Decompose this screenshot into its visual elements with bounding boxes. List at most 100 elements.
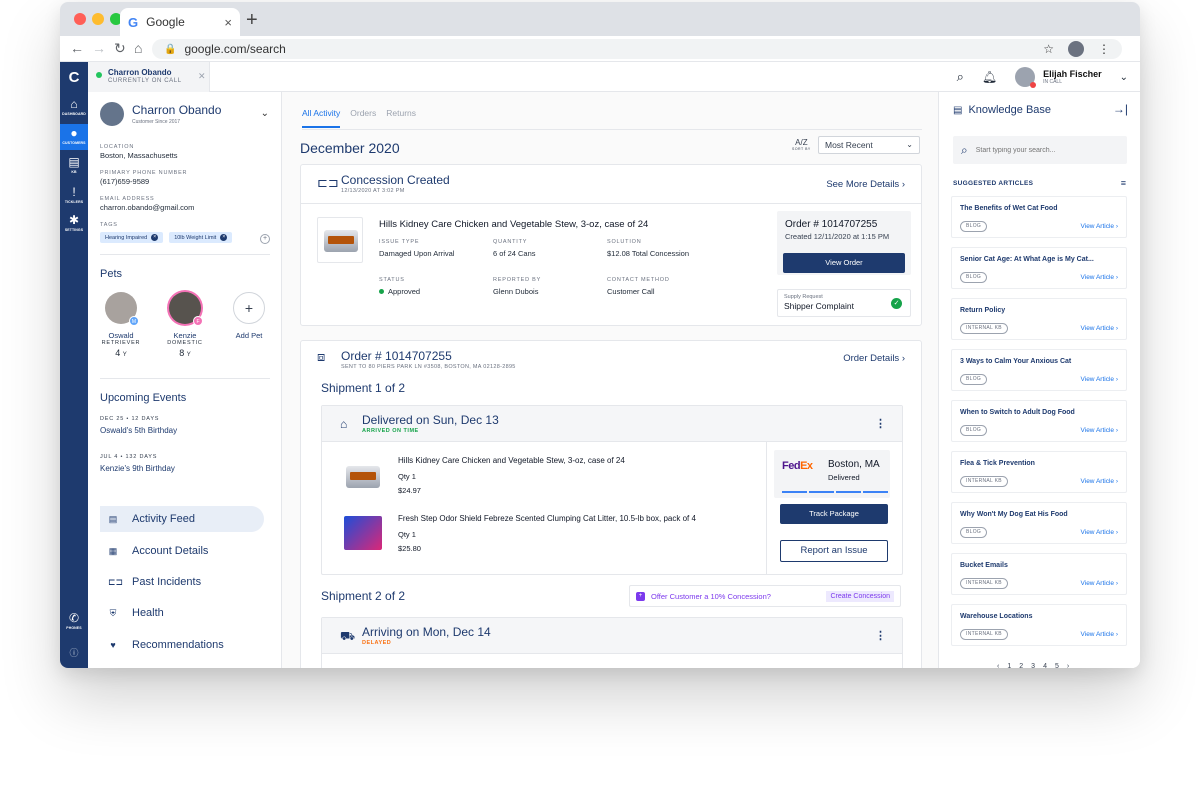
- delivered-title: Delivered on Sun, Dec 13: [362, 413, 499, 427]
- create-concession-button[interactable]: Create Concession: [826, 590, 894, 602]
- forward-arrow-icon[interactable]: →: [92, 40, 106, 56]
- more-options-icon[interactable]: ⋮: [875, 417, 886, 430]
- article-card[interactable]: When to Switch to Adult Dog Food BLOG Vi…: [951, 400, 1127, 442]
- month-heading: December 2020: [300, 140, 400, 156]
- home-icon[interactable]: ⌂: [134, 40, 142, 56]
- window-minimize-button[interactable]: [92, 13, 104, 25]
- track-package-button[interactable]: Track Package: [780, 504, 888, 524]
- close-call-tab-icon[interactable]: ✕: [198, 71, 206, 82]
- kb-search-input[interactable]: [975, 146, 1106, 154]
- next-page-icon[interactable]: ›: [1067, 663, 1069, 668]
- tab-all-activity[interactable]: All Activity: [302, 108, 341, 128]
- issue-type: ISSUE TYPE Damaged Upon Arrival: [379, 239, 455, 258]
- page-link[interactable]: 3: [1031, 663, 1035, 668]
- see-more-details-link[interactable]: See More Details ›: [826, 179, 905, 190]
- article-card[interactable]: 3 Ways to Calm Your Anxious Cat BLOG Vie…: [951, 349, 1127, 391]
- article-card[interactable]: Flea & Tick Prevention INTERNAL KB View …: [951, 451, 1127, 493]
- lock-icon: 🔒: [164, 43, 177, 55]
- view-article-link[interactable]: View Article ›: [1081, 580, 1118, 587]
- sort-select[interactable]: Most Recent ⌄: [818, 136, 920, 154]
- new-tab-button[interactable]: +: [246, 9, 258, 32]
- browser-menu-icon[interactable]: ⋮: [1098, 42, 1110, 56]
- page-link[interactable]: 1: [1007, 663, 1011, 668]
- bell-icon[interactable]: 🔔︎: [982, 70, 997, 84]
- page-link[interactable]: 5: [1055, 663, 1059, 668]
- order-details-link[interactable]: Order Details ›: [843, 353, 905, 364]
- remove-tag-icon[interactable]: ×: [220, 234, 228, 241]
- plus-icon: +: [233, 292, 265, 324]
- tags-label: TAGS: [100, 222, 118, 228]
- rail-item-customers[interactable]: ● CUSTOMERS: [60, 124, 88, 150]
- sort-by-control[interactable]: A/Z SORT BY: [792, 138, 811, 151]
- article-card[interactable]: Warehouse Locations INTERNAL KB View Art…: [951, 604, 1127, 646]
- activity-feed: All Activity Orders Returns December 202…: [282, 92, 938, 668]
- tab-returns[interactable]: Returns: [386, 108, 416, 128]
- chevron-down-icon[interactable]: ⌄: [261, 108, 269, 119]
- tab-close-icon[interactable]: ×: [224, 15, 232, 30]
- tab-orders[interactable]: Orders: [350, 108, 376, 128]
- nav-recommendations[interactable]: ♥ Recommendations: [100, 632, 264, 658]
- tag-chip[interactable]: 10lb Weight Limit ×: [169, 232, 233, 243]
- rail-item-phones[interactable]: ✆ PHONES: [60, 612, 88, 630]
- view-article-link[interactable]: View Article ›: [1081, 325, 1118, 332]
- filter-icon[interactable]: ≡: [1121, 178, 1126, 188]
- nav-activity-feed[interactable]: ▤ Activity Feed: [100, 506, 264, 532]
- nav-past-incidents[interactable]: ⊏⊐ Past Incidents: [100, 569, 264, 595]
- tag-chip[interactable]: Hearing Impaired ×: [100, 232, 164, 243]
- collapse-panel-icon[interactable]: →|: [1113, 102, 1128, 116]
- view-article-link[interactable]: View Article ›: [1081, 274, 1118, 281]
- view-article-link[interactable]: View Article ›: [1081, 631, 1118, 638]
- report-issue-button[interactable]: Report an Issue: [780, 540, 888, 562]
- arriving-status: DELAYED: [362, 640, 392, 646]
- article-type-badge: BLOG: [960, 374, 988, 385]
- chevron-down-icon[interactable]: ⌄: [1120, 72, 1128, 83]
- article-card[interactable]: Bucket Emails INTERNAL KB View Article ›: [951, 553, 1127, 595]
- back-arrow-icon[interactable]: ←: [70, 40, 84, 56]
- add-pet-button[interactable]: + Add Pet: [224, 292, 274, 340]
- app-logo[interactable]: C: [65, 69, 83, 87]
- prev-page-icon[interactable]: ‹: [997, 663, 999, 668]
- view-article-link[interactable]: View Article ›: [1081, 376, 1118, 383]
- nav-health[interactable]: ⛨ Health: [100, 600, 264, 626]
- page-link[interactable]: 4: [1043, 663, 1047, 668]
- search-icon: ⌕: [961, 142, 968, 157]
- info-icon[interactable]: ⓘ: [60, 646, 88, 659]
- view-article-link[interactable]: View Article ›: [1081, 478, 1118, 485]
- pet-kenzie[interactable]: F Kenzie DOMESTIC 8 Y: [160, 292, 210, 358]
- article-card[interactable]: Senior Cat Age: At What Age is My Cat...…: [951, 247, 1127, 289]
- pet-oswald[interactable]: M Oswald RETRIEVER 4 Y: [96, 292, 146, 358]
- rail-item-settings[interactable]: ✱ SETTINGS: [60, 214, 88, 232]
- bookmark-star-icon[interactable]: ☆: [1043, 42, 1054, 56]
- window-close-button[interactable]: [74, 13, 86, 25]
- shipment-2-header: ⛟ Arriving on Mon, Dec 14 DELAYED ⋮: [322, 618, 902, 654]
- url-field[interactable]: 🔒 google.com/search ☆ ⋮: [152, 39, 1122, 59]
- view-article-link[interactable]: View Article ›: [1081, 427, 1118, 434]
- view-article-link[interactable]: View Article ›: [1081, 223, 1118, 230]
- view-order-button[interactable]: View Order: [783, 253, 905, 273]
- reload-icon[interactable]: ↻: [114, 40, 126, 57]
- boxes-icon: ⧈: [317, 349, 326, 364]
- agent-profile[interactable]: Elijah Fischer IN CALL ⌄: [1015, 67, 1128, 88]
- article-card[interactable]: Return Policy INTERNAL KB View Article ›: [951, 298, 1127, 340]
- remove-tag-icon[interactable]: ×: [151, 234, 159, 241]
- article-card[interactable]: Why Won't My Dog Eat His Food BLOG View …: [951, 502, 1127, 544]
- carrier-status: Delivered: [828, 473, 860, 482]
- nav-account-details[interactable]: ▦ Account Details: [100, 538, 264, 564]
- search-icon[interactable]: ⌕: [957, 69, 964, 85]
- active-call-tab[interactable]: Charron Obando CURRENTLY ON CALL ✕: [88, 62, 210, 92]
- kb-search[interactable]: ⌕: [953, 136, 1127, 164]
- rail-item-ticklers[interactable]: ! TICKLERS: [60, 186, 88, 204]
- add-tag-button[interactable]: +: [260, 234, 270, 244]
- article-card[interactable]: The Benefits of Wet Cat Food BLOG View A…: [951, 196, 1127, 238]
- page-link[interactable]: 2: [1019, 663, 1023, 668]
- browser-tab-google[interactable]: G Google ×: [120, 8, 240, 36]
- more-options-icon[interactable]: ⋮: [875, 629, 886, 642]
- browser-profile-avatar[interactable]: [1068, 41, 1084, 57]
- event-item[interactable]: JUL 4 • 132 DAYS Kenzie's 9th Birthday: [100, 454, 175, 473]
- view-article-link[interactable]: View Article ›: [1081, 529, 1118, 536]
- shipment-2-card: ⛟ Arriving on Mon, Dec 14 DELAYED ⋮: [321, 617, 903, 668]
- rail-item-dashboard[interactable]: ⌂ DASHBOARD: [60, 98, 88, 116]
- rail-item-kb[interactable]: ▤ KB: [60, 156, 88, 174]
- event-item[interactable]: DEC 25 • 12 DAYS Oswald's 5th Birthday: [100, 416, 177, 435]
- kb-pagination: ‹ 1 2 3 4 5 ›: [997, 663, 1069, 668]
